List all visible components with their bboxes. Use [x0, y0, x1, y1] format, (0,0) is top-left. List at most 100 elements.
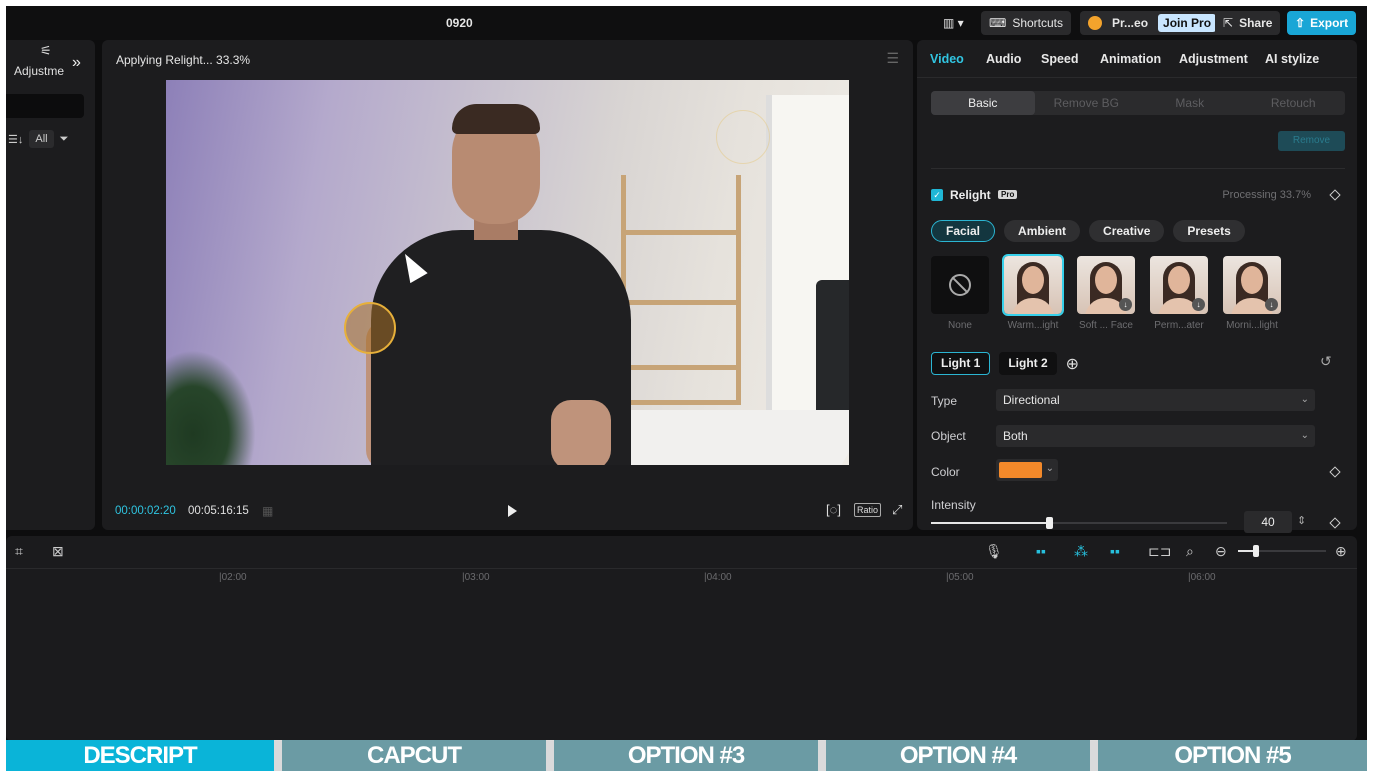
tab-adjustment[interactable]: Adjustment	[1179, 52, 1248, 66]
intensity-input[interactable]: 40	[1244, 511, 1292, 533]
preset-soft-face[interactable]: ↓ Soft ... Face	[1077, 256, 1135, 331]
shortcuts-button[interactable]: ⌨ Shortcuts	[981, 11, 1072, 35]
keyframe-diamond-icon[interactable]	[1329, 517, 1341, 529]
color-swatch	[999, 462, 1042, 478]
bookshelf	[621, 175, 741, 405]
color-label: Color	[931, 465, 960, 479]
preset-warm-light[interactable]: Warm...ight	[1002, 254, 1064, 331]
fullscreen-icon[interactable]: ⤢	[892, 502, 902, 518]
banner-option-3: OPTION #3	[554, 740, 818, 771]
download-icon[interactable]: ↓	[1119, 298, 1132, 311]
light-position-handle[interactable]	[344, 302, 396, 354]
share-button[interactable]: ⇱ Share	[1215, 11, 1281, 35]
stepper-icon[interactable]: ⇕	[1297, 514, 1306, 527]
intensity-slider[interactable]	[931, 517, 1227, 529]
join-pro-button[interactable]: Join Pro	[1158, 14, 1217, 32]
zoom-slider-thumb[interactable]	[1253, 545, 1259, 557]
preset-caption: Soft ... Face	[1079, 320, 1133, 331]
type-select[interactable]: Directional ⌄	[996, 389, 1315, 411]
relight-checkbox[interactable]: ✓	[931, 189, 943, 201]
tab-animation[interactable]: Animation	[1100, 52, 1161, 66]
filter-all-button[interactable]: All	[29, 130, 54, 148]
filter-icon[interactable]: ⏷	[60, 133, 69, 146]
export-button[interactable]: ⇧ Export	[1287, 11, 1357, 35]
fit-screen-icon[interactable]: [◌]	[826, 502, 841, 517]
video-preview[interactable]	[166, 80, 849, 465]
link-clips-icon[interactable]: ▪▪	[1036, 543, 1046, 559]
zoom-out-icon[interactable]: ⊖	[1215, 543, 1227, 560]
preset-thumbnail: ↓	[1223, 256, 1281, 314]
timeline-ruler[interactable]: |02:00 |03:00 |04:00 |05:00 |06:00	[6, 568, 1357, 586]
chair	[816, 280, 849, 420]
category-facial[interactable]: Facial	[931, 220, 996, 242]
play-icon[interactable]	[508, 505, 517, 517]
preset-caption: Warm...ight	[1007, 320, 1059, 331]
remove-button[interactable]: Remove	[1278, 131, 1345, 151]
portrait-face	[1241, 266, 1263, 294]
subtab-remove-bg[interactable]: Remove BG	[1035, 91, 1139, 115]
color-picker[interactable]: ⌄	[996, 459, 1058, 481]
download-icon[interactable]: ↓	[1265, 298, 1278, 311]
preset-none[interactable]: None	[931, 256, 989, 331]
subtab-basic[interactable]: Basic	[931, 91, 1035, 115]
menu-icon[interactable]: ☰	[886, 50, 899, 67]
subtab-mask[interactable]: Mask	[1138, 91, 1242, 115]
left-panel-title[interactable]: Adjustme	[14, 64, 64, 78]
auto-reframe-icon[interactable]: ⊠	[52, 543, 64, 560]
download-icon[interactable]: ↓	[1192, 298, 1205, 311]
zoom-in-icon[interactable]: ⊕	[1335, 543, 1347, 560]
intensity-slider-thumb[interactable]	[1046, 517, 1053, 529]
ruler-tick: |05:00	[946, 572, 974, 583]
subtab-retouch[interactable]: Retouch	[1242, 91, 1346, 115]
chevron-down-icon: ⌄	[1045, 463, 1054, 474]
property-tabs: Video Audio Speed Animation Adjustment A…	[917, 40, 1357, 78]
type-value: Directional	[1003, 393, 1060, 407]
keyboard-icon: ⌨	[989, 16, 1007, 30]
preset-permeater[interactable]: ↓ Perm...ater	[1150, 256, 1208, 331]
add-light-icon[interactable]: ⊕	[1066, 354, 1079, 374]
split-icon[interactable]: ⊏⊐	[1148, 543, 1171, 560]
search-input[interactable]	[6, 94, 84, 118]
category-ambient[interactable]: Ambient	[1004, 220, 1081, 242]
reset-icon[interactable]: ↺	[1320, 353, 1332, 370]
screen-search-icon[interactable]: ⌕	[1186, 543, 1194, 560]
timeline-zoom-slider[interactable]	[1238, 545, 1326, 557]
relight-row: ✓ Relight Pro Processing 33.7%	[931, 187, 1345, 205]
category-creative[interactable]: Creative	[1089, 220, 1165, 242]
ruler-tick: |03:00	[462, 572, 490, 583]
tab-ai-stylize[interactable]: AI stylize	[1265, 52, 1319, 66]
portrait-face	[1022, 266, 1044, 294]
light-tabs: Light 1 Light 2 ⊕	[931, 352, 1079, 375]
light-indicator-ring	[716, 110, 770, 164]
preset-thumbnail	[1002, 254, 1064, 316]
light-2-tab[interactable]: Light 2	[999, 352, 1057, 375]
account-label: Pr...eo	[1112, 16, 1149, 30]
preset-list: None Warm...ight ↓ Soft ... Face ↓ Perm.…	[931, 254, 1281, 331]
snap-icon[interactable]: ⁂	[1074, 543, 1088, 560]
timecode-grid-icon[interactable]: ▦	[262, 504, 273, 518]
object-select[interactable]: Both ⌄	[996, 425, 1315, 447]
ratio-button[interactable]: Ratio	[854, 503, 882, 517]
preview-axis-icon[interactable]: ▪▪	[1110, 543, 1120, 559]
keyframe-diamond-icon[interactable]	[1329, 189, 1341, 201]
microphone-icon[interactable]: 🎙	[985, 543, 1003, 560]
sort-icon[interactable]: ☰↓	[8, 133, 23, 146]
account-button[interactable]: Pr...eo Join Pro	[1080, 11, 1225, 35]
crop-icon[interactable]: ⌗	[15, 543, 23, 560]
tab-audio[interactable]: Audio	[986, 52, 1021, 66]
chevron-down-icon: ⌄	[1300, 394, 1309, 405]
light-1-tab[interactable]: Light 1	[931, 352, 991, 375]
category-presets[interactable]: Presets	[1173, 220, 1245, 242]
preset-morning-light[interactable]: ↓ Morni...light	[1223, 256, 1281, 331]
properties-panel: Video Audio Speed Animation Adjustment A…	[917, 40, 1357, 533]
adjustment-icon: ⚟	[40, 43, 52, 58]
timeline-toolbar: ⌗ ⊠ 🎙 ▪▪ ⁂ ▪▪ ⊏⊐ ⌕ ⊖ ⊕	[6, 536, 1357, 566]
portrait-face	[1095, 266, 1117, 294]
tab-video[interactable]: Video	[930, 52, 964, 66]
double-chevron-right-icon[interactable]: »	[72, 54, 81, 72]
keyframe-diamond-icon[interactable]	[1329, 466, 1341, 478]
tab-speed[interactable]: Speed	[1041, 52, 1079, 66]
project-title: 0920	[446, 16, 473, 30]
layout-icon[interactable]: ▥ ▾	[943, 11, 964, 35]
preset-caption: Morni...light	[1226, 320, 1278, 331]
